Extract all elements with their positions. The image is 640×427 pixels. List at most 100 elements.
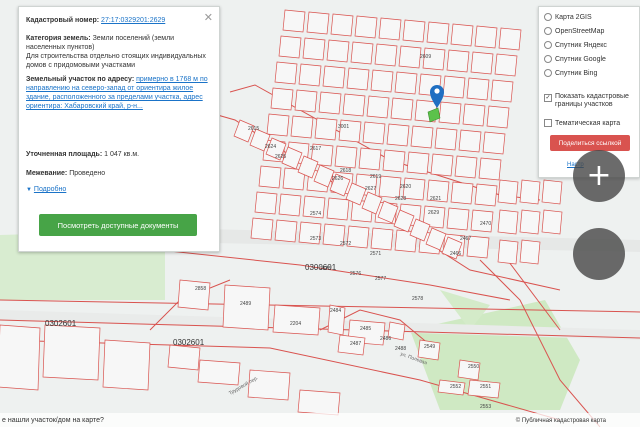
parcel[interactable] bbox=[258, 165, 282, 189]
parcel[interactable] bbox=[102, 339, 151, 391]
parcel[interactable] bbox=[410, 125, 434, 149]
parcel[interactable] bbox=[378, 17, 402, 41]
parcel[interactable] bbox=[398, 45, 422, 69]
parcel[interactable] bbox=[370, 69, 394, 93]
radio-icon[interactable] bbox=[544, 55, 552, 64]
parcel[interactable] bbox=[486, 105, 510, 129]
parcel[interactable] bbox=[274, 219, 298, 243]
zoom-out-button[interactable] bbox=[573, 228, 625, 280]
parcel[interactable] bbox=[454, 155, 478, 179]
parcel[interactable] bbox=[519, 239, 541, 265]
share-link-button[interactable]: Поделиться ссылкой bbox=[550, 135, 630, 151]
parcel[interactable] bbox=[406, 151, 430, 175]
parcel[interactable] bbox=[222, 284, 271, 331]
parcel[interactable] bbox=[362, 121, 386, 145]
parcel[interactable] bbox=[386, 123, 410, 147]
more-link[interactable]: Подробно bbox=[34, 186, 66, 193]
parcel[interactable] bbox=[290, 115, 314, 139]
parcel[interactable] bbox=[426, 21, 450, 45]
parcel[interactable] bbox=[298, 63, 322, 87]
radio-icon[interactable] bbox=[544, 13, 552, 22]
parcel[interactable] bbox=[274, 61, 298, 85]
parcel[interactable] bbox=[482, 131, 506, 155]
parcel[interactable] bbox=[450, 23, 474, 47]
parcel[interactable] bbox=[374, 43, 398, 67]
parcel[interactable] bbox=[497, 239, 519, 265]
parcel[interactable] bbox=[519, 179, 541, 205]
layer-option[interactable]: Карта 2GIS bbox=[544, 12, 592, 23]
parcel[interactable] bbox=[330, 13, 354, 37]
thematic-option[interactable]: Тематическая карта bbox=[544, 118, 620, 129]
parcel[interactable] bbox=[270, 87, 294, 111]
parcel[interactable] bbox=[272, 304, 321, 336]
parcel[interactable] bbox=[278, 193, 302, 217]
parcel[interactable] bbox=[0, 324, 41, 391]
layer-option[interactable]: Спутник Bing bbox=[544, 68, 597, 79]
parcel[interactable] bbox=[446, 49, 470, 73]
parcel[interactable] bbox=[498, 27, 522, 51]
parcel[interactable] bbox=[177, 279, 211, 311]
parcel[interactable] bbox=[278, 35, 302, 59]
parcel[interactable] bbox=[494, 53, 518, 77]
parcel[interactable] bbox=[490, 79, 514, 103]
parcel[interactable] bbox=[326, 197, 350, 221]
parcel[interactable] bbox=[382, 149, 406, 173]
parcel[interactable] bbox=[342, 93, 366, 117]
parcel[interactable] bbox=[470, 51, 494, 75]
checkbox-checked-icon[interactable]: ✓ bbox=[544, 94, 552, 103]
layer-option[interactable]: Спутник Яндекс bbox=[544, 40, 607, 51]
parcel[interactable] bbox=[322, 65, 346, 89]
parcel[interactable] bbox=[370, 227, 394, 251]
parcel[interactable] bbox=[358, 147, 382, 171]
parcel[interactable] bbox=[446, 207, 470, 231]
parcel[interactable] bbox=[314, 117, 338, 141]
view-documents-button[interactable]: Посмотреть доступные документы bbox=[39, 214, 197, 236]
parcel[interactable] bbox=[519, 209, 541, 235]
parcel[interactable] bbox=[457, 359, 481, 381]
parcel[interactable] bbox=[474, 183, 498, 207]
parcel[interactable] bbox=[478, 157, 502, 181]
parcel[interactable] bbox=[167, 344, 201, 371]
parcel[interactable] bbox=[458, 129, 482, 153]
parcel[interactable] bbox=[247, 369, 291, 401]
parcel[interactable] bbox=[430, 153, 454, 177]
parcel[interactable] bbox=[497, 179, 519, 205]
parcel[interactable] bbox=[497, 209, 519, 235]
parcel[interactable] bbox=[438, 101, 462, 125]
parcel[interactable] bbox=[541, 209, 563, 235]
parcel[interactable] bbox=[394, 71, 418, 95]
parcel[interactable] bbox=[306, 11, 330, 35]
radio-icon[interactable] bbox=[544, 69, 552, 78]
parcel[interactable] bbox=[250, 217, 274, 241]
parcel[interactable] bbox=[318, 91, 342, 115]
parcel[interactable] bbox=[266, 113, 290, 137]
parcel[interactable] bbox=[462, 103, 486, 127]
parcel[interactable] bbox=[354, 15, 378, 39]
radio-icon[interactable] bbox=[544, 41, 552, 50]
parcel[interactable] bbox=[42, 324, 101, 381]
parcel[interactable] bbox=[326, 39, 350, 63]
parcel[interactable] bbox=[466, 77, 490, 101]
show-cadastral-option[interactable]: ✓ Показать кадастровые границы участков bbox=[544, 93, 635, 108]
not-found-question-link[interactable]: е нашли участок/дом на карте? bbox=[2, 417, 104, 424]
zoom-in-button[interactable]: + bbox=[573, 150, 625, 202]
parcel[interactable] bbox=[450, 181, 474, 205]
parcel[interactable] bbox=[378, 175, 402, 199]
layer-option[interactable]: Спутник Google bbox=[544, 54, 606, 65]
parcel[interactable] bbox=[302, 37, 326, 61]
parcel[interactable] bbox=[197, 359, 241, 386]
parcel[interactable] bbox=[294, 89, 318, 113]
radio-icon[interactable] bbox=[544, 27, 552, 36]
parcel[interactable] bbox=[282, 9, 306, 33]
layer-option[interactable]: OpenStreetMap bbox=[544, 26, 604, 37]
parcel[interactable] bbox=[390, 97, 414, 121]
parcel[interactable] bbox=[350, 41, 374, 65]
parcel[interactable] bbox=[402, 19, 426, 43]
parcel[interactable] bbox=[474, 25, 498, 49]
parcel[interactable] bbox=[297, 389, 341, 416]
parcel[interactable] bbox=[254, 191, 278, 215]
cadastral-number-link[interactable]: 27:17:0329201:2629 bbox=[101, 17, 165, 24]
parcel[interactable] bbox=[434, 127, 458, 151]
parcel[interactable] bbox=[334, 145, 358, 169]
parcel[interactable] bbox=[366, 95, 390, 119]
